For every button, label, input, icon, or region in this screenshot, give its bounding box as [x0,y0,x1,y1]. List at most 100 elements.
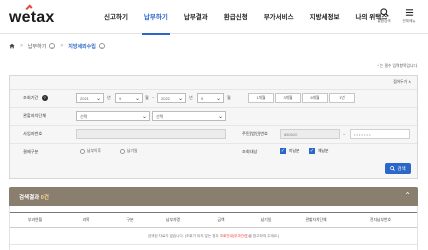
col-epay-number: 전자납부번호 [370,218,391,222]
option-row: 결제구분 납부이후 납기일 조회대상 ✓ 미납분 ✓ 체납분 [10,143,417,160]
required-star: * [377,64,379,68]
period-6month-button[interactable]: 6개월 [302,93,328,103]
table-divider [10,244,417,245]
period-label-text: 조회기간 [23,95,39,101]
payment-duedate-radio[interactable]: 납기일 [120,149,137,154]
menu-item-pay[interactable]: 납부하기 [136,0,176,35]
col-type: 구분 [126,218,134,222]
breadcrumb-item-non-tax-revenue[interactable]: 지방세외수입 [68,43,96,50]
resident-front-input[interactable]: 880620 [280,129,340,139]
col-payer: 납부자명 [166,218,180,222]
breadcrumb-item-pay[interactable]: 납부하기 [28,43,46,50]
breadcrumb-separator: > [20,43,23,49]
id-row: 사업자번호 주민(법인)번호 880620 – • • • • • • • [10,125,417,142]
bizno-label: 사업자번호 [23,131,43,136]
chevron-down-icon: ⌄ [217,113,223,120]
chevron-down-icon: ⌄ [134,95,140,102]
required-note-text: 는 필수 입력항목입니다. [379,64,418,68]
from-month-value: 9 [119,96,122,101]
chevron-down-icon: ⌄ [177,95,183,102]
help-icon[interactable]: ? [41,95,48,101]
to-month-select[interactable]: 9 ⌄ [197,93,224,103]
from-year-value: 2021 [80,96,89,101]
tilde-text: ~ [152,95,155,100]
wetax-logo[interactable]: we tax [9,4,55,27]
result-table: 부과연월 과목 구분 납부자명 금액 납기일 관할자치단체 전자납부번호 검색된… [9,206,418,250]
chevron-down-icon[interactable]: ⌄ [98,43,105,49]
menu-item-refund[interactable]: 환급신청 [216,0,256,34]
chevron-down-icon[interactable]: ⌄ [49,43,56,49]
breadcrumb: > 납부하기 ⌄ > 지방세외수입 ⌄ [0,38,428,54]
search-button[interactable]: 검색 [385,163,411,174]
col-subject: 과목 [82,218,90,222]
breadcrumb-separator: > [60,43,64,49]
resident-label: 주민(법인)번호 [242,131,268,136]
period-1year-button[interactable]: 1년 [329,93,355,103]
resident-back-input[interactable]: • • • • • • • [350,129,410,139]
agency-select-1[interactable]: 선택 ⌄ [76,111,150,121]
agency-select-2-value: 선택 [156,114,164,119]
main-menu: 신고하기 납부하기 납부결과 환급신청 부가서비스 지방세정보 나의 위택스 [96,0,395,35]
agency-row: 관할자치단체 선택 ⌄ 선택 ⌄ [10,107,417,124]
result-title: 검색결과 0건 [19,193,49,201]
from-year-select[interactable]: 2021 ⌄ [76,93,104,103]
search-icon [390,166,396,171]
to-year-select[interactable]: 2022 ⌄ [157,93,186,103]
chevron-up-icon[interactable]: ⌃ [404,191,411,200]
result-header: 검색결과 0건 ⌃ [9,187,418,206]
period-row: 조회기간 ? 2021 ⌄ 년 9 ⌄ 월 ~ 2022 ⌄ 년 9 ⌄ 월 1개월 3… [10,89,417,106]
target-label: 조회대상 [242,149,258,154]
payment-after-label: 납부이후 [87,149,101,153]
global-header: we tax 신고하기 납부하기 납부결과 환급신청 부가서비스 지방세정보 나의… [0,0,428,35]
table-header: 부과연월 과목 구분 납부자명 금액 납기일 관할자치단체 전자납부번호 [10,212,417,228]
agency-select-2[interactable]: 선택 ⌄ [152,111,226,121]
check-icon: ✓ [309,148,315,154]
chevron-down-icon: ⌄ [95,95,101,102]
collapse-toggle[interactable]: 접어두기 ∧ [393,79,411,85]
resident-dash: – [343,131,346,136]
menu-item-pay-result[interactable]: 납부결과 [176,0,216,34]
overdue-checkbox[interactable]: ✓ 체납분 [309,148,328,154]
period-3month-button[interactable]: 3개월 [275,93,301,103]
year-unit-text: 년 [189,95,193,100]
unpaid-label: 미납분 [289,148,300,153]
overdue-label: 체납분 [318,148,329,153]
result-count: 0건 [40,195,49,201]
required-note: * 는 필수 입력항목입니다. [377,64,418,69]
to-month-value: 9 [201,96,204,101]
payment-duedate-label: 납기일 [127,149,138,153]
all-menu-button[interactable]: 전체메뉴 [398,8,420,24]
empty-text-post: 을 참고하여 주세요.) [248,234,280,238]
to-year-value: 2022 [161,96,170,101]
home-icon[interactable] [9,43,15,49]
search-util-button[interactable]: 통합검색 [373,8,395,24]
all-menu-label: 전체메뉴 [402,19,416,23]
result-title-text: 검색결과 [19,195,40,201]
radio-circle [80,149,85,154]
check-icon: ✓ [280,148,286,154]
payment-after-radio[interactable]: 납부이후 [80,149,101,154]
bizno-input[interactable] [76,129,226,139]
empty-text-pre: 검색된 자료가 없습니다. (조회가 되지 않는 경우 [147,234,220,238]
unpaid-checkbox[interactable]: ✓ 미납분 [280,148,299,154]
period-label: 조회기간 ? [23,95,48,101]
payment-label: 결제구분 [23,149,39,154]
from-month-select[interactable]: 9 ⌄ [115,93,143,103]
menu-item-report[interactable]: 신고하기 [96,0,136,34]
search-util-label: 통합검색 [377,19,391,23]
col-assess-month: 부과연월 [28,218,42,222]
month-unit-text: 월 [145,95,149,100]
menu-item-local-tax-info[interactable]: 지방세정보 [302,0,348,34]
col-amount: 금액 [217,218,225,222]
search-icon [379,8,389,17]
inquiry-guide-link[interactable]: 조회안내(부과관련) [220,234,249,238]
menu-icon [405,9,413,16]
agency-select-1-value: 선택 [80,114,88,119]
agency-label: 관할자치단체 [23,113,47,118]
menu-item-extra-service[interactable]: 부가서비스 [256,0,302,34]
col-due-date: 납기일 [260,218,272,222]
period-1month-button[interactable]: 1개월 [248,93,274,103]
search-form: 접어두기 ∧ 조회기간 ? 2021 ⌄ 년 9 ⌄ 월 ~ 2022 ⌄ 년 9 ⌄ … [9,75,418,179]
chevron-down-icon: ⌄ [215,95,221,102]
year-unit-text: 년 [107,95,111,100]
